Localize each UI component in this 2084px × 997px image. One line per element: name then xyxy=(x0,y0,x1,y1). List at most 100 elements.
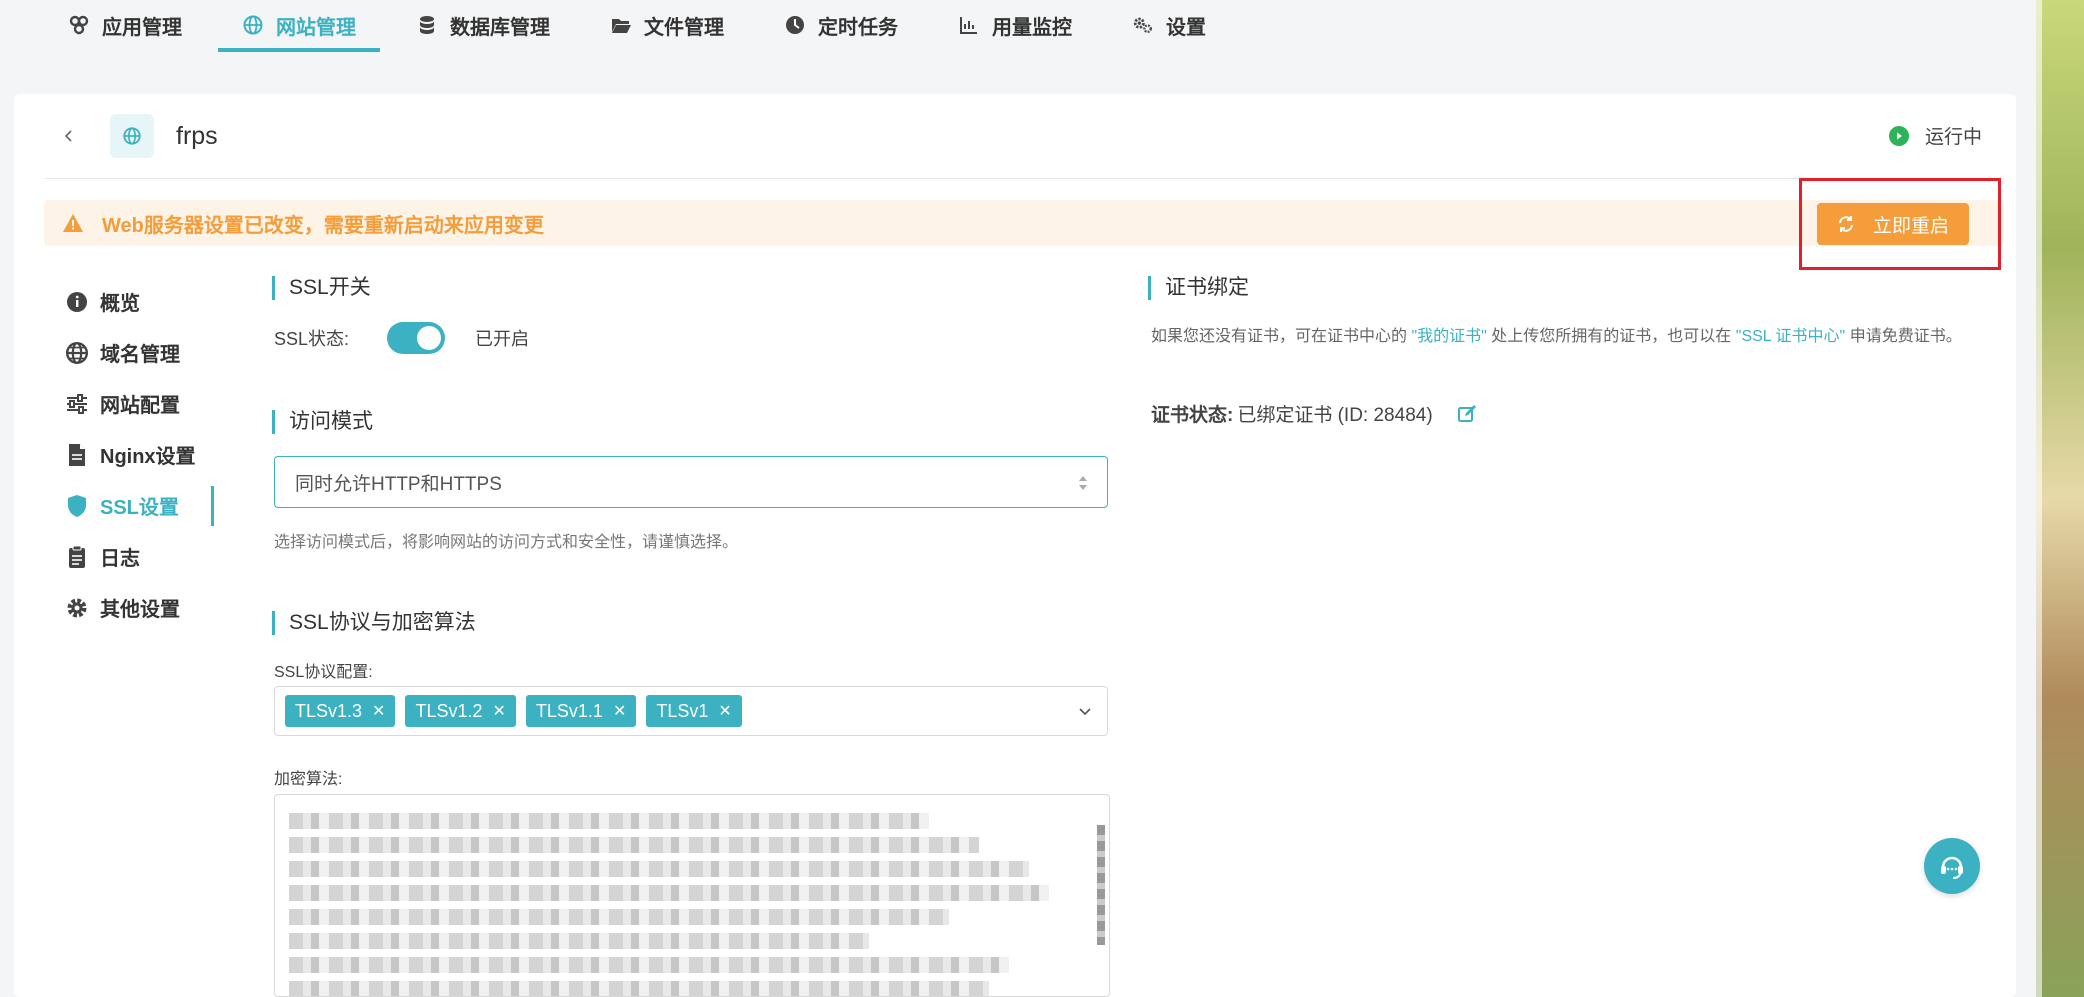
side-item-site-config[interactable]: 网站配置 xyxy=(54,378,214,429)
close-icon[interactable]: ✕ xyxy=(613,701,626,721)
globe-icon xyxy=(242,14,264,36)
nav-websites[interactable]: 网站管理 xyxy=(218,0,380,52)
highlight-box xyxy=(1799,178,2001,270)
tag-label: TLSv1.3 xyxy=(295,700,363,721)
side-item-label: 域名管理 xyxy=(100,344,180,366)
restart-warning: Web服务器设置已改变，需要重新启动来应用变更 xyxy=(44,200,2004,246)
warning-text: Web服务器设置已改变，需要重新启动来应用变更 xyxy=(102,214,544,237)
side-item-label: 日志 xyxy=(100,548,140,570)
blurred-text xyxy=(289,957,1009,973)
nav-cron[interactable]: 定时任务 xyxy=(760,0,922,52)
clock-icon xyxy=(784,14,806,36)
customer-support-button[interactable] xyxy=(1924,838,1980,894)
protocol-multiselect[interactable]: TLSv1.3 ✕ TLSv1.2 ✕ TLSv1.1 ✕ TLSv1 ✕ xyxy=(274,686,1108,736)
ssl-status-label: SSL状态: xyxy=(274,329,350,349)
file-icon xyxy=(64,442,90,468)
shield-icon xyxy=(64,493,90,519)
info-icon xyxy=(64,289,90,315)
protocol-label: SSL协议配置: xyxy=(274,664,373,681)
access-mode-select[interactable]: 同时允许HTTP和HTTPS xyxy=(274,456,1108,508)
blurred-text xyxy=(289,933,869,949)
nav-label: 文件管理 xyxy=(644,16,724,39)
folder-icon xyxy=(610,14,632,36)
nav-label: 应用管理 xyxy=(102,16,182,39)
site-status: 运行中 xyxy=(1888,122,1982,149)
blurred-text xyxy=(289,909,949,925)
edit-icon[interactable] xyxy=(1457,404,1477,424)
protocol-title: SSL协议与加密算法 xyxy=(272,611,476,635)
cipher-label: 加密算法: xyxy=(274,771,343,788)
nav-label: 数据库管理 xyxy=(450,16,550,39)
side-item-other[interactable]: 其他设置 xyxy=(54,582,214,633)
my-certs-link[interactable]: "我的证书" xyxy=(1411,328,1486,345)
back-button[interactable] xyxy=(54,121,84,151)
side-menu: 概览 域名管理 网站配置 Nginx设置 SSL设置 日志 其他设置 xyxy=(54,276,214,633)
blurred-text xyxy=(289,861,1029,877)
gears-icon xyxy=(1132,14,1154,36)
close-icon[interactable]: ✕ xyxy=(493,701,506,721)
cert-desc-text: 申请免费证书。 xyxy=(1849,328,1962,345)
gear-icon xyxy=(64,595,90,621)
side-item-logs[interactable]: 日志 xyxy=(54,531,214,582)
nav-files[interactable]: 文件管理 xyxy=(586,0,748,52)
site-name: frps xyxy=(176,121,218,150)
nav-settings[interactable]: 设置 xyxy=(1108,0,1230,52)
blurred-text xyxy=(289,813,929,829)
nav-label: 定时任务 xyxy=(818,16,898,39)
tag-label: TLSv1.2 xyxy=(415,700,483,721)
chart-icon xyxy=(958,14,980,36)
chevron-left-icon xyxy=(64,130,72,142)
side-item-nginx[interactable]: Nginx设置 xyxy=(54,429,214,480)
blurred-text xyxy=(289,981,989,996)
headset-icon xyxy=(1941,856,1963,879)
nav-monitor[interactable]: 用量监控 xyxy=(934,0,1096,52)
cert-title: 证书绑定 xyxy=(1148,276,1249,300)
side-item-ssl[interactable]: SSL设置 xyxy=(54,480,214,531)
nav-label: 网站管理 xyxy=(276,16,356,39)
cert-desc-text: 如果您还没有证书，可在证书中心的 xyxy=(1151,328,1408,345)
side-item-label: SSL设置 xyxy=(100,497,179,519)
play-icon xyxy=(1888,125,1909,146)
ssl-center-link[interactable]: "SSL 证书中心" xyxy=(1736,328,1845,345)
cert-status-value: 已绑定证书 (ID: 28484) xyxy=(1237,405,1433,426)
nav-label: 设置 xyxy=(1166,16,1206,39)
side-item-label: 概览 xyxy=(100,293,140,315)
sort-arrows-icon xyxy=(1079,476,1087,490)
side-item-label: 其他设置 xyxy=(100,599,180,621)
close-icon[interactable]: ✕ xyxy=(372,701,385,721)
side-item-overview[interactable]: 概览 xyxy=(54,276,214,327)
side-item-label: 网站配置 xyxy=(100,395,180,417)
side-item-domains[interactable]: 域名管理 xyxy=(54,327,214,378)
access-mode-title: 访问模式 xyxy=(272,410,373,434)
cipher-textarea[interactable] xyxy=(274,794,1110,997)
ssl-switch-title: SSL开关 xyxy=(272,276,371,300)
tag-label: TLSv1.1 xyxy=(535,700,603,721)
access-mode-value: 同时允许HTTP和HTTPS xyxy=(295,473,502,495)
status-text: 运行中 xyxy=(1924,127,1982,148)
scrollbar[interactable] xyxy=(1097,825,1105,945)
side-item-label: Nginx设置 xyxy=(100,446,196,468)
top-nav: 应用管理 网站管理 数据库管理 文件管理 定时任务 用量监控 设置 xyxy=(0,0,2036,56)
protocol-tag: TLSv1.1 ✕ xyxy=(525,695,637,727)
access-mode-hint: 选择访问模式后，将影响网站的访问方式和安全性，请谨慎选择。 xyxy=(274,534,739,551)
close-icon[interactable]: ✕ xyxy=(718,701,731,721)
sliders-icon xyxy=(64,391,90,417)
globe-icon xyxy=(64,340,90,366)
tag-label: TLSv1 xyxy=(656,700,709,721)
globe-icon xyxy=(123,127,141,145)
site-icon xyxy=(110,114,154,158)
chevron-down-icon xyxy=(1079,708,1091,716)
warning-icon xyxy=(63,214,83,232)
nav-apps[interactable]: 应用管理 xyxy=(44,0,206,52)
apps-icon xyxy=(68,14,90,36)
nav-databases[interactable]: 数据库管理 xyxy=(392,0,574,52)
nav-label: 用量监控 xyxy=(992,16,1072,39)
protocol-tag: TLSv1.2 ✕ xyxy=(405,695,516,727)
clipboard-icon xyxy=(64,544,90,570)
background-art xyxy=(2036,0,2084,997)
cert-description: 如果您还没有证书，可在证书中心的 "我的证书" 处上传您所拥有的证书，也可以在 … xyxy=(1151,322,1981,352)
ssl-toggle[interactable] xyxy=(387,322,445,354)
ssl-status-value: 已开启 xyxy=(475,329,529,349)
blurred-text xyxy=(289,885,1049,901)
cert-status: 证书状态: 已绑定证书 (ID: 28484) xyxy=(1151,400,1477,427)
